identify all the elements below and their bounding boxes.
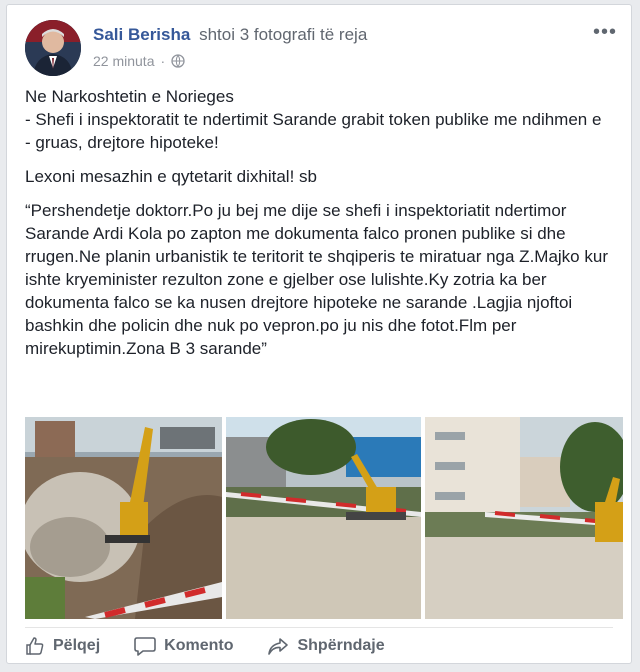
comment-button[interactable]: Komento xyxy=(134,636,233,656)
share-icon xyxy=(267,636,289,656)
meta-separator: · xyxy=(160,53,166,69)
post-action: shtoi 3 fotografi të reja xyxy=(199,25,368,44)
like-icon xyxy=(25,636,45,656)
post-actions: Pëlqej Komento Shpërndaje xyxy=(25,631,385,661)
share-label: Shpërndaje xyxy=(297,637,385,654)
post-line: - Shefi i inspektoratit te ndertimit Sar… xyxy=(25,110,602,129)
photo-3[interactable] xyxy=(425,417,623,619)
timestamp[interactable]: 22 minuta xyxy=(93,53,154,69)
post-header: Sali Berisha shtoi 3 fotografi të reja 2… xyxy=(93,25,367,69)
avatar[interactable] xyxy=(25,20,81,76)
actions-divider xyxy=(25,627,613,628)
author-name[interactable]: Sali Berisha xyxy=(93,25,190,44)
share-button[interactable]: Shpërndaje xyxy=(267,636,385,656)
post-body: Ne Narkoshtetin e Norieges - Shefi i ins… xyxy=(25,85,625,371)
comment-icon xyxy=(134,636,156,656)
author-line: Sali Berisha shtoi 3 fotografi të reja xyxy=(93,25,367,45)
photo-2[interactable] xyxy=(226,417,421,619)
post-line: - gruas, drejtore hipoteke! xyxy=(25,133,219,152)
comment-label: Komento xyxy=(164,637,234,654)
post-quote: “Pershendetje doktorr.Po ju bej me dije … xyxy=(25,201,608,358)
post-meta: 22 minuta · xyxy=(93,53,367,69)
like-label: Pëlqej xyxy=(53,637,101,654)
like-button[interactable]: Pëlqej xyxy=(25,636,100,656)
more-icon[interactable]: ••• xyxy=(593,21,617,44)
post-line: Ne Narkoshtetin e Norieges xyxy=(25,87,234,106)
globe-icon xyxy=(171,54,185,68)
photo-grid xyxy=(25,417,623,619)
post-intro: Lexoni mesazhin e qytetarit dixhital! sb xyxy=(25,167,317,186)
photo-1[interactable] xyxy=(25,417,222,619)
post-card: Sali Berisha shtoi 3 fotografi të reja 2… xyxy=(6,4,632,664)
